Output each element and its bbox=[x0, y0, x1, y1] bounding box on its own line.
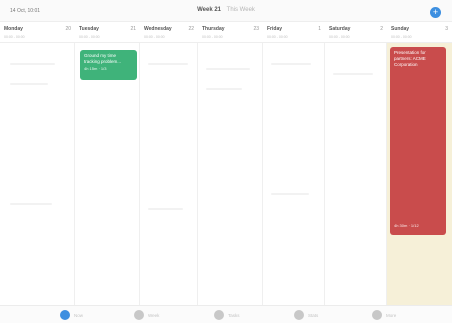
week-title[interactable]: Week 21 This Week bbox=[0, 7, 452, 13]
plus-icon: + bbox=[432, 7, 439, 17]
week-grid: Ground my time tracking problem... 4h 15… bbox=[0, 43, 452, 305]
event-title: Ground my time tracking problem... bbox=[84, 53, 122, 64]
search-icon bbox=[372, 310, 382, 320]
event-card[interactable]: Ground my time tracking problem... 4h 15… bbox=[80, 50, 137, 80]
placeholder-line bbox=[10, 203, 52, 205]
day-column-thursday[interactable] bbox=[198, 43, 263, 305]
day-header-wednesday[interactable]: Wednesday 22 00:00 - 00:00 bbox=[140, 22, 198, 43]
tab-week[interactable]: Week bbox=[134, 309, 194, 321]
add-button[interactable]: + bbox=[430, 7, 441, 18]
tab-label: Week bbox=[148, 313, 160, 318]
bottom-tab-bar: Now Week Tasks Stats More bbox=[0, 305, 452, 323]
day-sub: 00:00 - 00:00 bbox=[202, 35, 223, 39]
day-number: 2 bbox=[380, 26, 383, 32]
day-sub: 00:00 - 00:00 bbox=[144, 35, 165, 39]
event-card[interactable]: Presentation for partners: ACME Corporat… bbox=[390, 47, 446, 235]
placeholder-line bbox=[148, 208, 183, 210]
tab-label: Stats bbox=[308, 313, 319, 318]
day-column-friday[interactable] bbox=[263, 43, 325, 305]
placeholder-line bbox=[333, 73, 373, 75]
day-number: 23 bbox=[253, 26, 259, 32]
day-number: 3 bbox=[445, 26, 448, 32]
tab-now[interactable]: Now bbox=[60, 309, 120, 321]
event-meta: 4h 30m · 1/12 bbox=[394, 223, 419, 228]
day-header-monday[interactable]: Monday 20 00:00 - 00:00 bbox=[0, 22, 75, 43]
day-number: 22 bbox=[188, 26, 194, 32]
placeholder-line bbox=[10, 63, 55, 65]
week-sub-label: This Week bbox=[226, 7, 255, 13]
stats-icon bbox=[294, 310, 304, 320]
tab-label: Now bbox=[74, 313, 84, 318]
day-name: Thursday bbox=[202, 26, 225, 32]
day-header-tuesday[interactable]: Tuesday 21 00:00 - 00:00 bbox=[75, 22, 140, 43]
placeholder-line bbox=[148, 63, 188, 65]
day-number: 1 bbox=[318, 26, 321, 32]
day-header-thursday[interactable]: Thursday 23 00:00 - 00:00 bbox=[198, 22, 263, 43]
day-sub: 00:00 - 00:00 bbox=[4, 35, 25, 39]
day-sub: 00:00 - 00:00 bbox=[329, 35, 350, 39]
placeholder-line bbox=[271, 193, 309, 195]
day-header-friday[interactable]: Friday 1 00:00 - 00:00 bbox=[263, 22, 325, 43]
day-name: Saturday bbox=[329, 26, 351, 32]
tab-more[interactable]: More bbox=[372, 309, 432, 321]
placeholder-line bbox=[10, 83, 48, 85]
day-header-row: Monday 20 00:00 - 00:00 Tuesday 21 00:00… bbox=[0, 22, 452, 43]
day-name: Monday bbox=[4, 26, 23, 32]
day-header-saturday[interactable]: Saturday 2 00:00 - 00:00 bbox=[325, 22, 387, 43]
event-meta: 4h 15m · 1/3 bbox=[84, 66, 107, 71]
tab-label: Tasks bbox=[228, 313, 240, 318]
day-column-monday[interactable] bbox=[0, 43, 75, 305]
placeholder-line bbox=[271, 63, 311, 65]
day-number: 20 bbox=[65, 26, 71, 32]
day-name: Wednesday bbox=[144, 26, 172, 32]
calendar-icon bbox=[60, 310, 70, 320]
tab-stats[interactable]: Stats bbox=[294, 309, 354, 321]
day-name: Tuesday bbox=[79, 26, 99, 32]
list-icon bbox=[134, 310, 144, 320]
placeholder-line bbox=[206, 88, 242, 90]
tab-tasks[interactable]: Tasks bbox=[214, 309, 274, 321]
day-column-tuesday[interactable]: Ground my time tracking problem... 4h 15… bbox=[75, 43, 140, 305]
top-bar: 14 Oct, 10:01 Week 21 This Week + bbox=[0, 0, 452, 22]
tab-label: More bbox=[386, 313, 397, 318]
day-sub: 00:00 - 00:00 bbox=[267, 35, 288, 39]
day-column-wednesday[interactable] bbox=[140, 43, 198, 305]
day-sub: 00:00 - 00:00 bbox=[79, 35, 100, 39]
week-label: Week 21 bbox=[197, 7, 221, 13]
event-title: Presentation for partners: ACME Corporat… bbox=[394, 50, 426, 67]
day-header-sunday[interactable]: Sunday 3 00:00 - 00:00 bbox=[387, 22, 452, 43]
tasks-icon bbox=[214, 310, 224, 320]
day-number: 21 bbox=[130, 26, 136, 32]
day-name: Friday bbox=[267, 26, 283, 32]
day-name: Sunday bbox=[391, 26, 410, 32]
day-sub: 00:00 - 00:00 bbox=[391, 35, 412, 39]
placeholder-line bbox=[206, 68, 250, 70]
day-column-saturday[interactable] bbox=[325, 43, 387, 305]
day-column-sunday[interactable]: Presentation for partners: ACME Corporat… bbox=[387, 43, 452, 305]
